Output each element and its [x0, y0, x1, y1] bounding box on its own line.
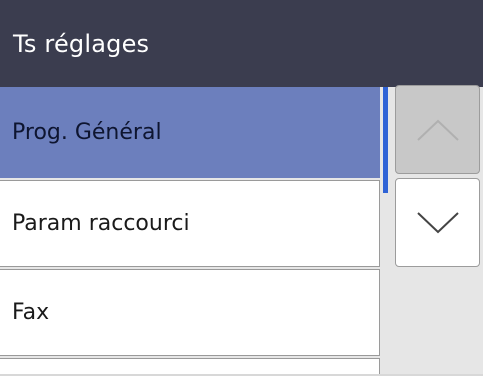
menu-item-label: Prog. Général: [12, 120, 162, 145]
menu-item-prog-general[interactable]: Prog. Général: [0, 87, 380, 178]
settings-menu-list: Prog. Général Param raccourci Fax: [0, 87, 383, 376]
screen-header: Ts réglages: [0, 0, 483, 87]
menu-item-fax[interactable]: Fax: [0, 269, 380, 356]
scroll-up-button[interactable]: [395, 85, 480, 174]
lcd-screen: Ts réglages Prog. Général Param raccourc…: [0, 0, 483, 376]
menu-item-param-raccourci[interactable]: Param raccourci: [0, 180, 380, 267]
page-title: Ts réglages: [13, 29, 150, 58]
menu-item-label: Param raccourci: [12, 211, 190, 236]
chevron-up-icon: [416, 119, 459, 141]
menu-item-label: Fax: [12, 300, 50, 325]
scrollbar-thumb[interactable]: [383, 87, 388, 193]
scroll-down-button[interactable]: [395, 178, 480, 267]
chevron-down-icon: [416, 211, 459, 233]
